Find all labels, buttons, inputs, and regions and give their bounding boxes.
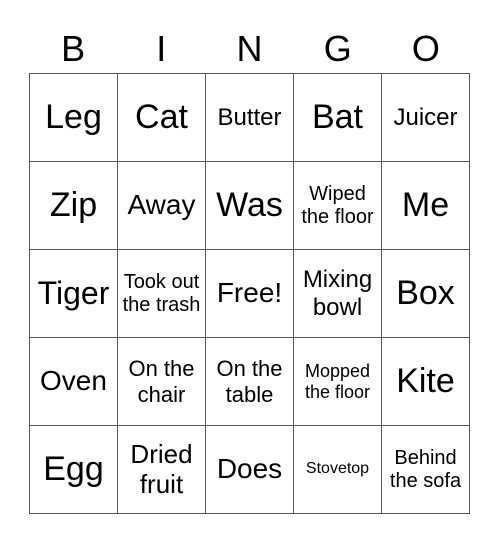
bingo-cell[interactable]: Mixing bowl bbox=[294, 250, 382, 338]
bingo-cell[interactable]: Stovetop bbox=[294, 426, 382, 514]
bingo-grid: Leg Cat Butter Bat Juicer Zip Away Was W… bbox=[29, 73, 470, 514]
bingo-cell[interactable]: Behind the sofa bbox=[382, 426, 470, 514]
bingo-cell[interactable]: Box bbox=[382, 250, 470, 338]
bingo-cell[interactable]: Away bbox=[118, 162, 206, 250]
bingo-cell[interactable]: Cat bbox=[118, 74, 206, 162]
bingo-header: B I N G O bbox=[29, 26, 470, 72]
bingo-cell[interactable]: Was bbox=[206, 162, 294, 250]
bingo-cell[interactable]: Juicer bbox=[382, 74, 470, 162]
bingo-cell[interactable]: Kite bbox=[382, 338, 470, 426]
bingo-cell[interactable]: Wiped the floor bbox=[294, 162, 382, 250]
bingo-cell[interactable]: On the table bbox=[206, 338, 294, 426]
bingo-cell[interactable]: Does bbox=[206, 426, 294, 514]
bingo-cell[interactable]: On the chair bbox=[118, 338, 206, 426]
bingo-cell[interactable]: Bat bbox=[294, 74, 382, 162]
bingo-cell[interactable]: Dried fruit bbox=[118, 426, 206, 514]
bingo-cell[interactable]: Mopped the floor bbox=[294, 338, 382, 426]
header-letter-n: N bbox=[236, 28, 263, 69]
bingo-cell[interactable]: Oven bbox=[30, 338, 118, 426]
bingo-cell-free[interactable]: Free! bbox=[206, 250, 294, 338]
header-letter-g: G bbox=[323, 28, 352, 69]
bingo-cell[interactable]: Me bbox=[382, 162, 470, 250]
header-letter-b: B bbox=[61, 28, 86, 69]
bingo-cell[interactable]: Took out the trash bbox=[118, 250, 206, 338]
bingo-cell[interactable]: Tiger bbox=[30, 250, 118, 338]
bingo-cell[interactable]: Zip bbox=[30, 162, 118, 250]
bingo-cell[interactable]: Butter bbox=[206, 74, 294, 162]
header-letter-i: I bbox=[156, 28, 167, 69]
header-letter-o: O bbox=[411, 28, 440, 69]
bingo-cell[interactable]: Leg bbox=[30, 74, 118, 162]
bingo-cell[interactable]: Egg bbox=[30, 426, 118, 514]
